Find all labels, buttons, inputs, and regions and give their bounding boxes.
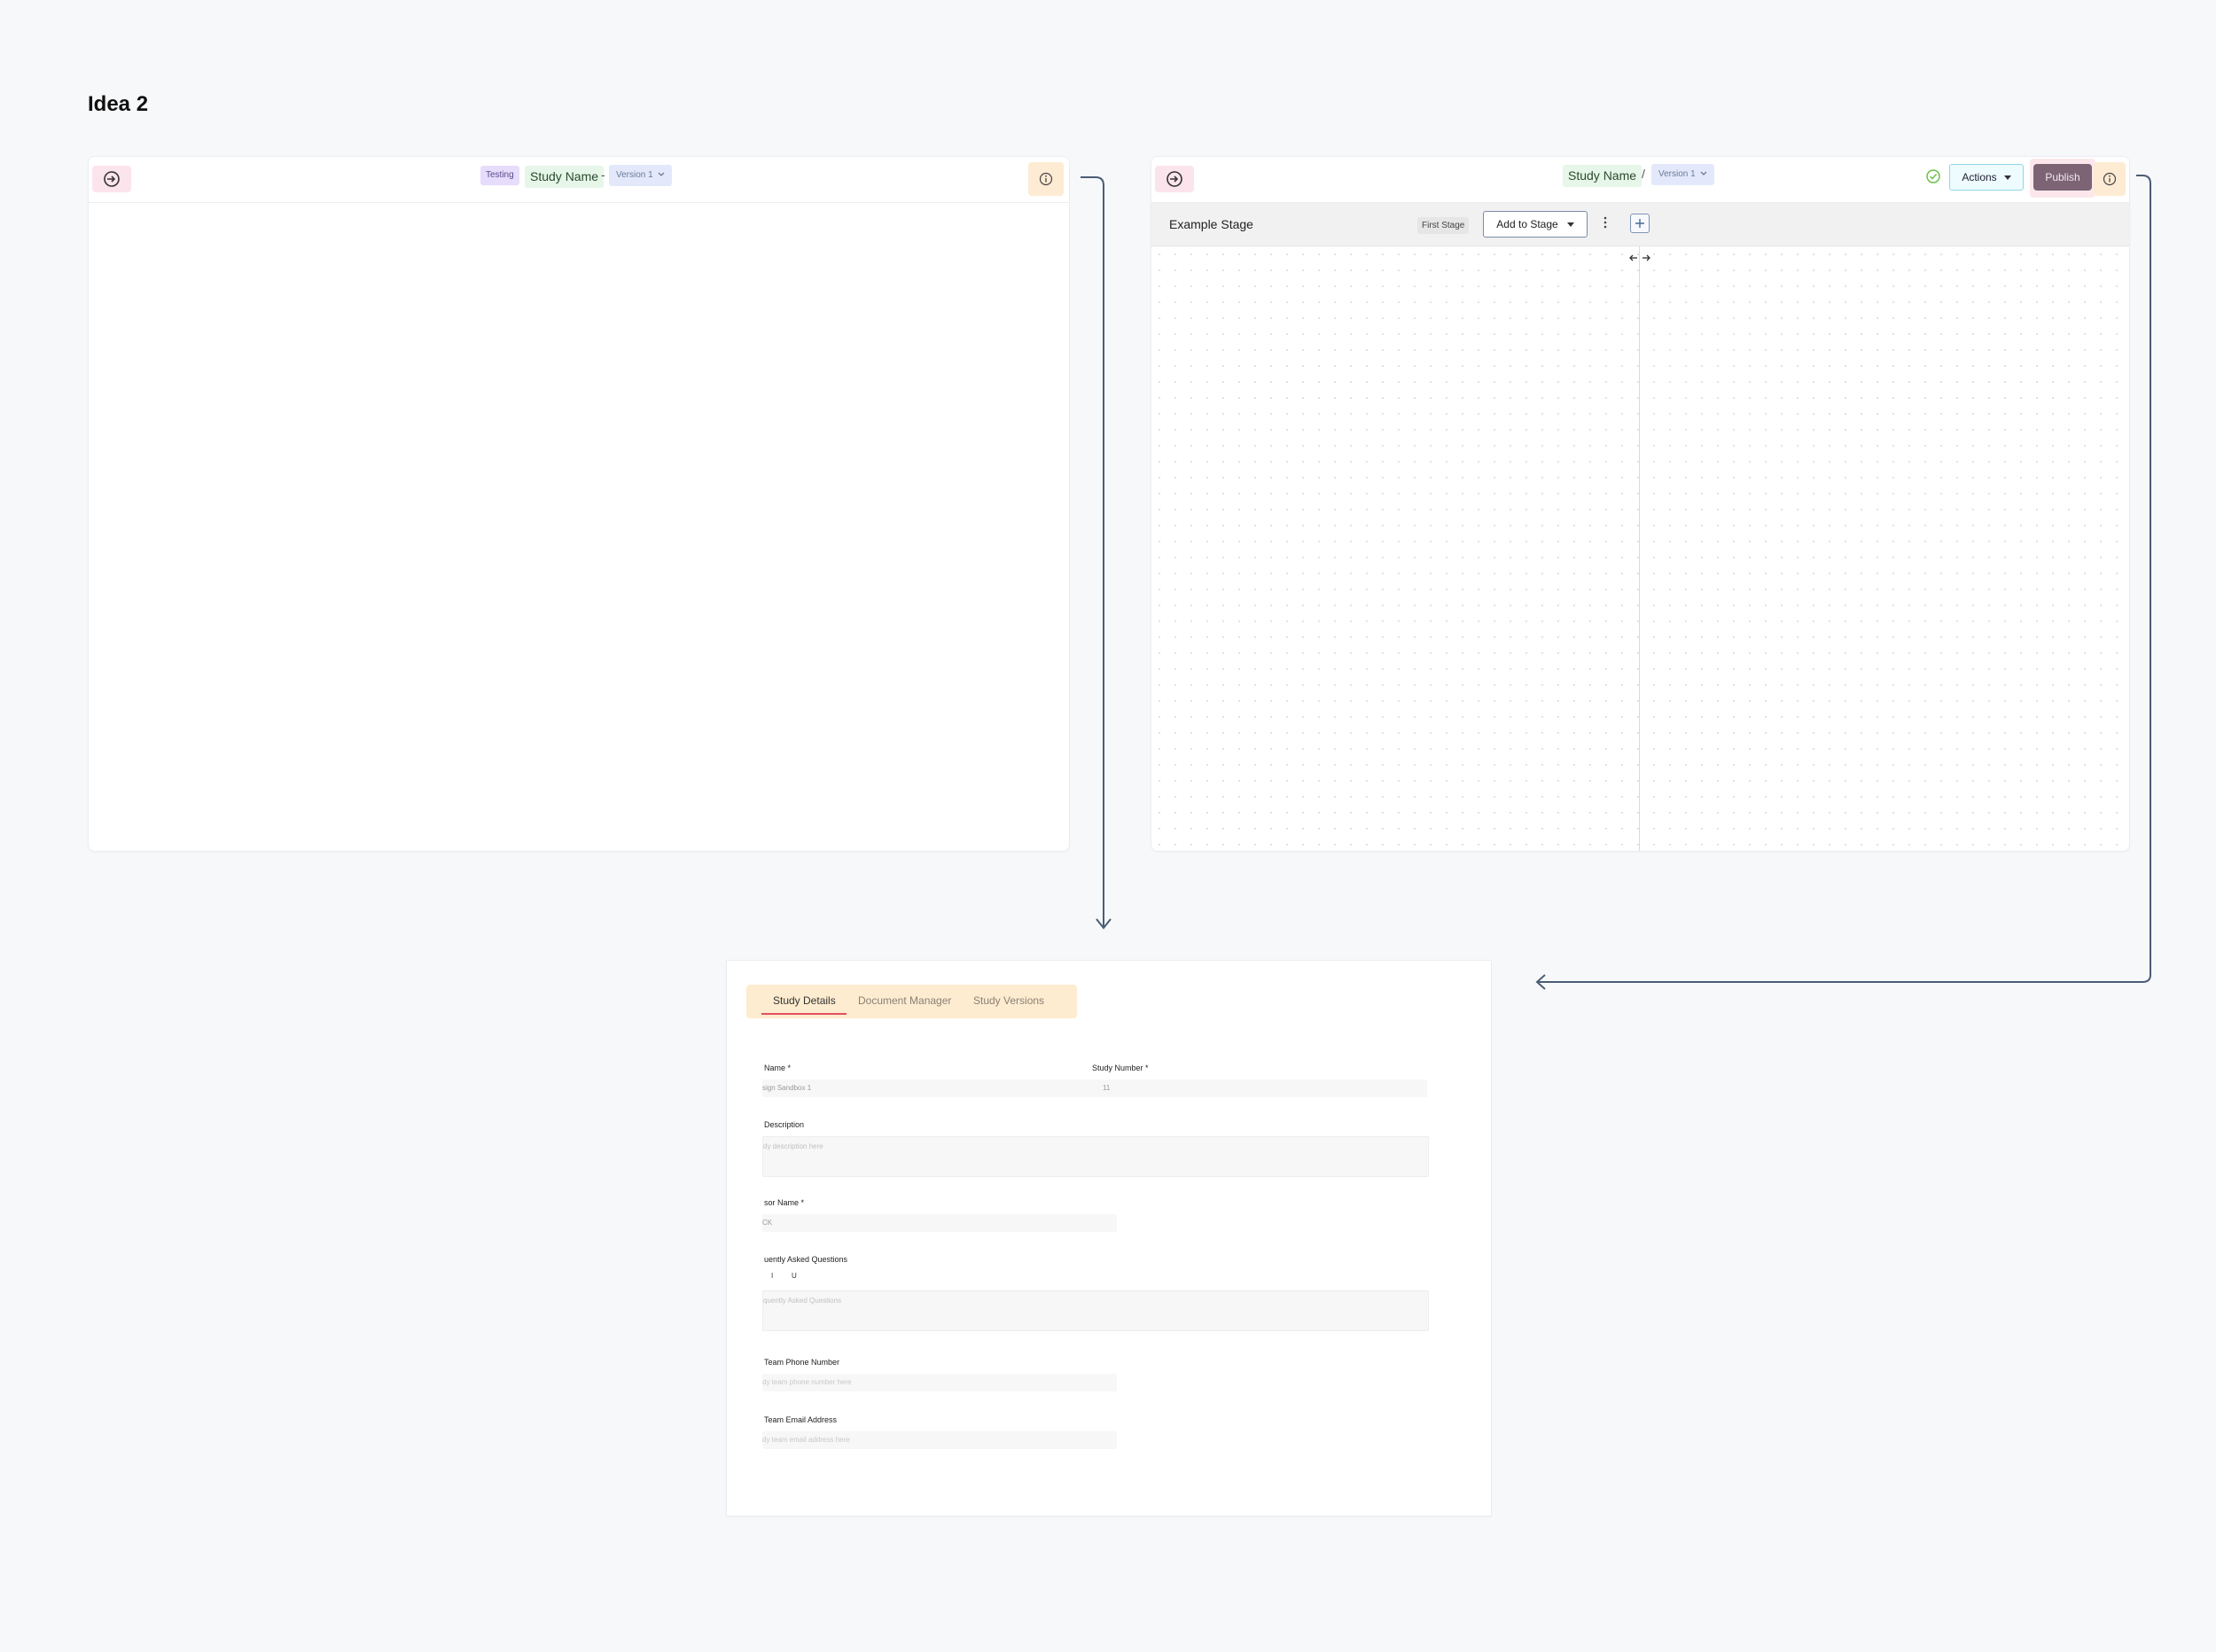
faq-label: uently Asked Questions — [764, 1255, 848, 1264]
testing-badge: Testing — [480, 166, 519, 185]
study-name[interactable]: Study Name — [525, 166, 605, 188]
caret-down-icon — [2003, 175, 2011, 180]
check-circle-icon — [1926, 169, 1940, 183]
publish-button[interactable]: Publish — [2033, 164, 2092, 191]
sponsor-name-field[interactable]: CK — [762, 1214, 1117, 1232]
study-number-field[interactable]: 11 — [1090, 1079, 1427, 1097]
add-stage-button[interactable] — [1630, 214, 1650, 233]
version-label: Version 1 — [1658, 169, 1696, 179]
study-number-label: Study Number * — [1092, 1064, 1149, 1072]
resize-arrows-icon[interactable] — [1628, 253, 1651, 263]
version-select[interactable]: Version 1 — [1651, 164, 1715, 185]
page-title: Idea 2 — [88, 92, 149, 116]
plus-icon — [1635, 219, 1644, 228]
actions-label: Actions — [1962, 171, 1997, 183]
frame1-topbar: Testing Study Name - Version 1 — [89, 157, 1069, 203]
version-select[interactable]: Version 1 — [609, 165, 673, 186]
connector-frame1-to-panel — [1081, 176, 1112, 930]
add-to-stage-label: Add to Stage — [1496, 218, 1558, 230]
team-phone-field[interactable]: dy team phone number here — [762, 1374, 1117, 1391]
idea-frame-1: Testing Study Name - Version 1 — [88, 156, 1070, 852]
italic-button[interactable]: I — [771, 1272, 773, 1280]
team-email-label: Team Email Address — [764, 1415, 838, 1424]
sign-in-icon — [1167, 171, 1182, 187]
study-details-panel: Study Details Document Manager Study Ver… — [726, 960, 1492, 1516]
info-icon — [2103, 172, 2117, 186]
team-phone-label: Team Phone Number — [764, 1358, 840, 1367]
faq-textarea[interactable]: quently Asked Questions — [762, 1290, 1429, 1331]
first-stage-badge: First Stage — [1417, 217, 1470, 234]
caret-down-icon — [1566, 222, 1574, 227]
column-divider[interactable] — [1639, 246, 1640, 851]
chevron-down-icon — [1701, 171, 1707, 175]
title-separator: - — [601, 168, 605, 182]
chevron-down-icon — [659, 172, 665, 176]
add-to-stage-dropdown[interactable]: Add to Stage — [1483, 211, 1588, 238]
study-name-field[interactable]: sign Sandbox 1 — [762, 1079, 1117, 1097]
idea-frame-2: Study Name / Version 1 Actions Publish E… — [1151, 156, 2130, 852]
publish-highlight: Publish — [2030, 159, 2095, 198]
sponsor-name-label: sor Name * — [764, 1198, 805, 1207]
stage-title: Example Stage — [1169, 217, 1253, 231]
study-details-form: Name * sign Sandbox 1 Study Number * 11 … — [727, 961, 1491, 1516]
actions-dropdown[interactable]: Actions — [1949, 164, 2024, 191]
info-icon — [1039, 172, 1053, 186]
info-button[interactable] — [1028, 162, 1064, 196]
description-label: Description — [764, 1120, 805, 1129]
sign-in-icon — [104, 171, 120, 187]
stage-bar: Example Stage First Stage Add to Stage — [1151, 203, 2129, 246]
description-textarea[interactable]: dy description here — [762, 1136, 1429, 1177]
exit-button[interactable] — [92, 166, 131, 192]
study-name-label: Name * — [764, 1064, 792, 1072]
version-label: Version 1 — [616, 170, 653, 180]
info-button[interactable] — [2094, 162, 2126, 196]
title-separator: / — [1642, 167, 1645, 181]
underline-button[interactable]: U — [792, 1272, 797, 1280]
stage-canvas[interactable] — [1151, 246, 2129, 851]
kebab-icon[interactable] — [1603, 215, 1607, 230]
team-email-field[interactable]: dy team email address here — [762, 1431, 1117, 1449]
frame2-topbar: Study Name / Version 1 Actions Publish — [1151, 157, 2129, 203]
exit-button[interactable] — [1155, 166, 1194, 192]
study-name[interactable]: Study Name — [1563, 165, 1642, 187]
